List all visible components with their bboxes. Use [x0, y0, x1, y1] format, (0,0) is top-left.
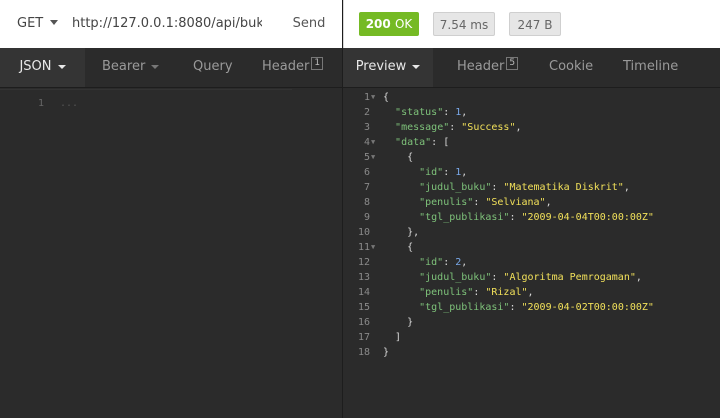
line-number: 6 — [363, 167, 370, 178]
chevron-down-icon — [151, 64, 160, 69]
code-text: { — [383, 242, 414, 253]
code-text: "penulis": "Selviana", — [419, 197, 552, 208]
tab-header[interactable]: Header 1 — [262, 48, 324, 87]
code-text: "tgl_publikasi": "2009-04-04T00:00:00Z" — [419, 212, 654, 223]
line-number: 18 — [357, 347, 370, 358]
chevron-down-icon — [57, 64, 66, 69]
tab-cookie[interactable]: Cookie — [549, 48, 593, 87]
code-text: } — [383, 317, 414, 328]
code-text: { — [383, 152, 414, 163]
response-preview[interactable]: 1 ▼{2 "status": 1, 3 "message": "Success",… — [343, 89, 720, 418]
chevron-down-icon[interactable] — [50, 20, 58, 25]
code-text: "judul_buku": "Algoritma Pemrogaman", — [419, 272, 642, 283]
header-count-badge: 1 — [311, 57, 324, 70]
tab-preview[interactable]: Preview — [343, 48, 433, 87]
tab-body-json[interactable]: JSON — [0, 48, 85, 87]
code-text: "penulis": "Rizal", — [419, 287, 534, 298]
fold-toggle-icon[interactable]: ▼ — [371, 90, 375, 105]
code-text: }, — [383, 227, 420, 238]
code-text: "message": "Success", — [395, 122, 522, 133]
tab-header-label: Header — [262, 59, 310, 74]
code-text: "judul_buku": "Matematika Diskrit", — [419, 182, 630, 193]
code-text: "data": [ — [395, 137, 450, 148]
response-header-count-badge: 5 — [506, 57, 519, 70]
status-code: 200 — [365, 17, 391, 31]
line-number: 1 — [363, 92, 370, 103]
url-bar: GET http://127.0.0.1:8080/api/buku Send — [0, 0, 342, 48]
code-text: "id": 2, — [419, 257, 468, 268]
line-number: 1 — [37, 98, 44, 109]
editor-rule — [0, 89, 292, 90]
tab-query[interactable]: Query — [193, 48, 233, 87]
line-number: 13 — [357, 272, 370, 283]
code-text: ] — [383, 332, 402, 343]
code-text: "tgl_publikasi": "2009-04-02T00:00:00Z" — [419, 302, 654, 313]
code-text: "id": 1, — [419, 167, 468, 178]
url-input[interactable]: http://127.0.0.1:8080/api/buku — [72, 16, 262, 31]
fold-toggle-icon[interactable]: ▼ — [371, 135, 375, 150]
status-badge: 200 OK — [359, 12, 419, 36]
tab-body-label: JSON — [19, 59, 52, 74]
tab-timeline[interactable]: Timeline — [623, 48, 678, 87]
line-number: 16 — [357, 317, 370, 328]
fold-toggle-icon[interactable]: ▼ — [371, 240, 375, 255]
send-button[interactable]: Send — [278, 9, 340, 39]
code-text: } — [383, 347, 390, 358]
chevron-down-icon — [412, 64, 421, 69]
line-number: 2 — [363, 107, 370, 118]
response-status-bar: 200 OK 7.54 ms 247 B — [343, 0, 720, 48]
request-tabs: JSON Bearer Query Header 1 — [0, 48, 342, 88]
editor-placeholder: ... — [60, 98, 79, 109]
tab-timeline-label: Timeline — [623, 59, 679, 74]
response-size-badge: 247 B — [509, 12, 561, 36]
tab-response-header-label: Header — [457, 59, 505, 74]
line-number: 9 — [363, 212, 370, 223]
line-number: 11 — [357, 242, 370, 253]
request-body-editor[interactable]: 1 ... — [0, 88, 342, 418]
tab-response-header[interactable]: Header 5 — [457, 48, 519, 87]
line-number: 4 — [363, 137, 370, 148]
method-select[interactable]: GET — [17, 16, 43, 31]
line-number: 7 — [363, 182, 370, 193]
tab-auth-label: Bearer — [102, 59, 146, 74]
code-text: { — [383, 92, 390, 103]
tab-query-label: Query — [193, 59, 233, 74]
line-number: 17 — [357, 332, 370, 343]
response-time-badge: 7.54 ms — [433, 12, 495, 36]
response-tabs: Preview Header 5 Cookie Timeline — [343, 48, 720, 88]
line-number: 15 — [357, 302, 370, 313]
tab-cookie-label: Cookie — [549, 59, 594, 74]
line-number: 5 — [363, 152, 370, 163]
line-number: 3 — [363, 122, 370, 133]
code-text: "status": 1, — [395, 107, 468, 118]
line-number: 14 — [357, 287, 370, 298]
line-number: 12 — [357, 257, 370, 268]
fold-toggle-icon[interactable]: ▼ — [371, 150, 375, 165]
line-number: 10 — [357, 227, 370, 238]
line-number: 8 — [363, 197, 370, 208]
status-text: OK — [394, 17, 413, 31]
tab-preview-label: Preview — [355, 59, 407, 74]
tab-auth[interactable]: Bearer — [102, 48, 160, 87]
